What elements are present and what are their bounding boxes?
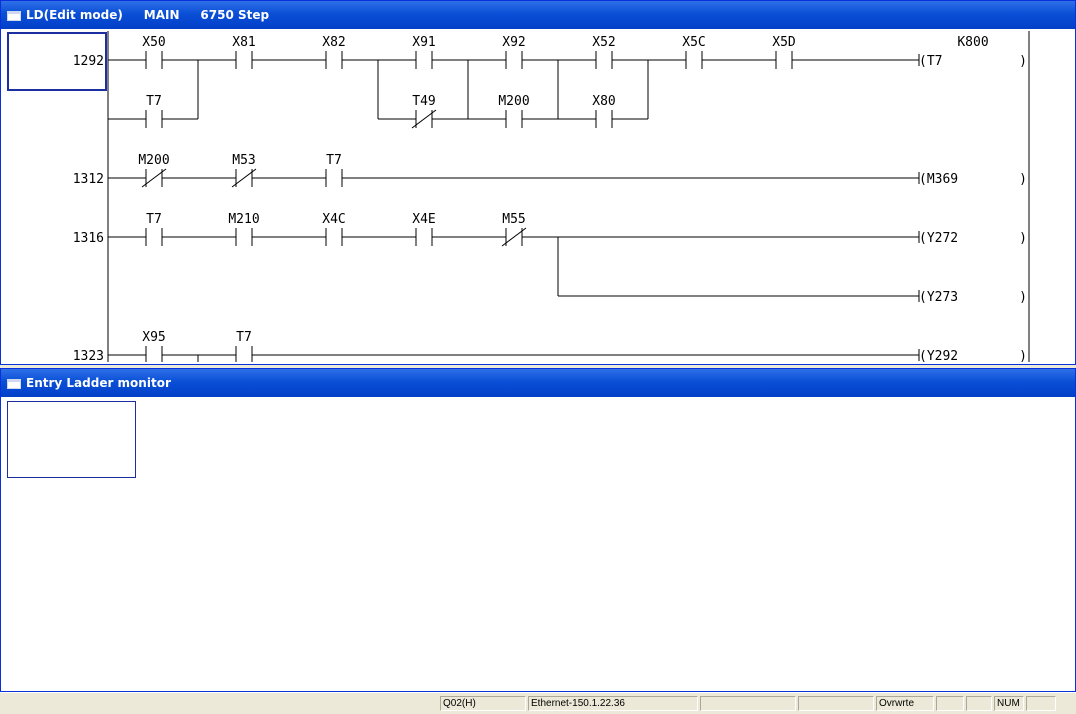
status-empty-4 (936, 696, 964, 711)
ladder-window-titlebar[interactable]: LD(Edit mode) MAIN 6750 Step (1, 1, 1075, 29)
status-connection: Ethernet-150.1.22.36 (528, 696, 698, 711)
step-number: 1292 (73, 54, 104, 69)
contact-label: X91 (412, 35, 435, 50)
coil-close: ) (1019, 290, 1027, 305)
coil-y292: (Y292 (919, 349, 958, 362)
coil-close: ) (1019, 231, 1027, 246)
ladder-title-program: MAIN (143, 8, 180, 22)
monitor-window-titlebar[interactable]: Entry Ladder monitor (1, 369, 1075, 397)
status-mode: Ovrwrte (876, 696, 934, 711)
contact-m210: M210 (228, 212, 260, 246)
contact-x91: X91 (412, 35, 436, 69)
contact-label: X81 (232, 35, 255, 50)
ladder-title-steps: 6750 Step (200, 8, 270, 22)
ladder-title-mode: LD(Edit mode) (26, 8, 123, 22)
coil-close: ) (1019, 349, 1027, 362)
step-number: 1316 (73, 231, 104, 246)
ladder-diagram[interactable]: 1292 X50 X81 X82 X91 X92 X52 X5C X5D (T7) K800 T7 T4… (5, 29, 1073, 362)
contact-x52: X52 (592, 35, 616, 69)
contact-label: X50 (142, 35, 165, 50)
contact-label: X52 (592, 35, 615, 50)
contact-label: M53 (232, 153, 255, 168)
status-cpu: Q02(H) (440, 696, 526, 711)
monitor-cursor[interactable] (7, 401, 136, 478)
monitor-window: Entry Ladder monitor (0, 368, 1076, 692)
contact-label: X5D (772, 35, 796, 50)
contact-m53: M53 (231, 153, 257, 188)
contact-t49: T49 (411, 94, 437, 129)
coil-m369: (M369 (919, 172, 958, 187)
coil-close: ) (1019, 172, 1027, 187)
contact-label: T7 (146, 94, 162, 109)
contact-t7-branch: T7 (145, 94, 163, 128)
contact-x50: X50 (142, 35, 166, 69)
contact-label: X92 (502, 35, 525, 50)
contact-x5d: X5D (772, 35, 796, 69)
contact-label: X80 (592, 94, 615, 109)
contact-t7: T7 (145, 212, 163, 246)
status-empty-5 (966, 696, 992, 711)
contact-label: T7 (146, 212, 162, 227)
status-empty-6 (1026, 696, 1056, 711)
contact-label: T7 (326, 153, 342, 168)
contact-label: T49 (412, 94, 435, 109)
contact-x92: X92 (502, 35, 526, 69)
contact-label: X95 (142, 330, 165, 345)
contact-x82: X82 (322, 35, 346, 69)
monitor-pane[interactable] (5, 397, 1073, 691)
coil-y273: (Y273 (919, 290, 958, 305)
contact-t7: T7 (235, 330, 253, 362)
contact-x5c: X5C (682, 35, 706, 69)
status-empty-2 (700, 696, 796, 711)
status-num: NUM (994, 696, 1024, 711)
step-number: 1312 (73, 172, 104, 187)
status-empty-3 (798, 696, 874, 711)
contact-label: X4E (412, 212, 435, 227)
contact-x95: X95 (142, 330, 166, 362)
contact-x81: X81 (232, 35, 256, 69)
step-number: 1323 (73, 349, 104, 362)
contact-label: X4C (322, 212, 345, 227)
contact-x80: X80 (592, 94, 616, 128)
coil-y272: (Y272 (919, 231, 958, 246)
contact-label: X82 (322, 35, 345, 50)
coil-close: ) (1019, 54, 1027, 69)
contact-x4e: X4E (412, 212, 436, 246)
window-icon (7, 379, 21, 389)
contact-label: M210 (228, 212, 259, 227)
contact-x4c: X4C (322, 212, 346, 246)
contact-label: M200 (498, 94, 529, 109)
status-empty-1 (4, 696, 438, 711)
ladder-window: LD(Edit mode) MAIN 6750 Step 1292 X50 X81 X… (0, 0, 1076, 365)
ladder-svg: 1292 X50 X81 X82 X91 X92 X52 X5C X5D (T7) K800 T7 T4… (7, 31, 1030, 362)
contact-label: X5C (682, 35, 705, 50)
contact-m200: M200 (498, 94, 530, 128)
status-bar: Q02(H) Ethernet-150.1.22.36 Ovrwrte NUM (0, 692, 1076, 714)
contact-label: M200 (138, 153, 169, 168)
monitor-title: Entry Ladder monitor (26, 376, 171, 390)
contact-label: M55 (502, 212, 525, 227)
window-icon (7, 11, 21, 21)
contact-m200-nc: M200 (138, 153, 170, 188)
contact-label: T7 (236, 330, 252, 345)
coil-t7: (T7 (919, 54, 942, 69)
coil-constant: K800 (957, 35, 988, 50)
contact-m55: M55 (501, 212, 527, 247)
contact-t7: T7 (325, 153, 343, 187)
